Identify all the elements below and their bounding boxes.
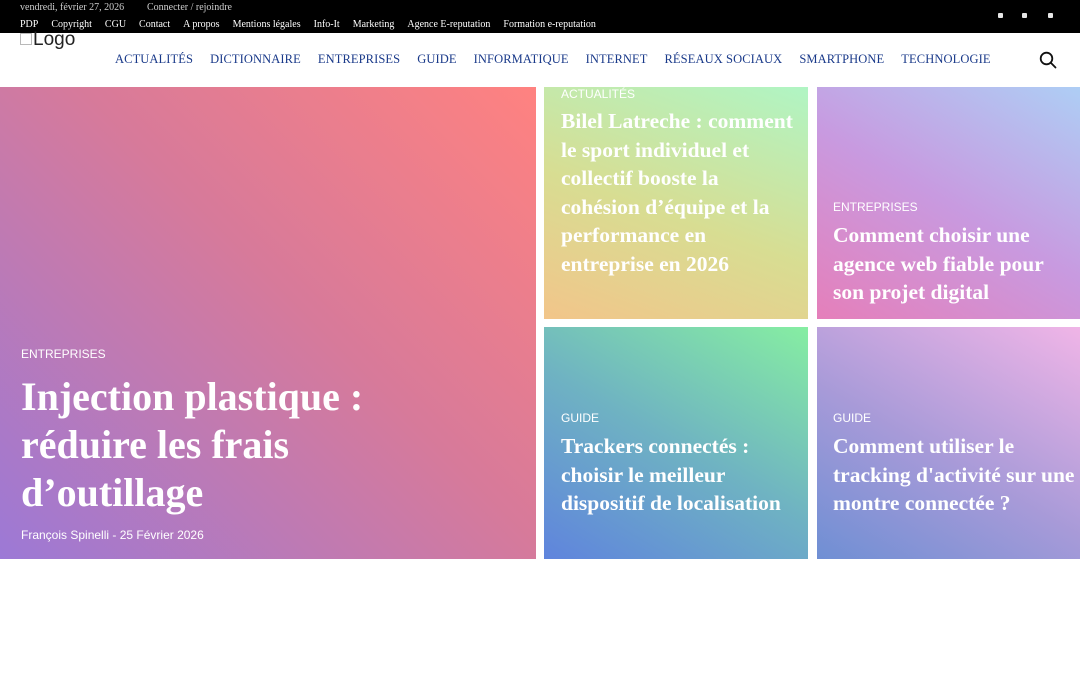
nav-item-informatique[interactable]: INFORMATIQUE bbox=[474, 52, 569, 67]
top-bar: vendredi, février 27, 2026 Connecter / r… bbox=[0, 0, 1080, 33]
category-label[interactable]: ACTUALITÉS bbox=[561, 87, 635, 101]
category-label[interactable]: GUIDE bbox=[561, 411, 599, 425]
logo-alt-text: Logo bbox=[33, 29, 76, 50]
top-link-cgu[interactable]: CGU bbox=[105, 19, 126, 30]
nav-item-guide[interactable]: GUIDE bbox=[417, 52, 456, 67]
featured-main-card[interactable]: ENTREPRISES Injection plastique : réduir… bbox=[0, 87, 536, 559]
featured-card[interactable]: GUIDE Comment utiliser le tracking d'act… bbox=[817, 327, 1080, 559]
article-title[interactable]: Comment choisir une agence web fiable po… bbox=[833, 221, 1078, 307]
meta-separator: - bbox=[112, 528, 117, 542]
author-name[interactable]: François Spinelli bbox=[21, 528, 109, 542]
top-link-contact[interactable]: Contact bbox=[139, 19, 170, 30]
featured-card[interactable]: ENTREPRISES Comment choisir une agence w… bbox=[817, 87, 1080, 319]
main-nav: ACTUALITÉS DICTIONNAIRE ENTREPRISES GUID… bbox=[115, 52, 991, 67]
login-link[interactable]: Connecter / rejoindre bbox=[147, 2, 232, 13]
nav-item-internet[interactable]: INTERNET bbox=[586, 52, 648, 67]
social-icon[interactable] bbox=[1048, 13, 1053, 18]
social-icon[interactable] bbox=[1022, 13, 1027, 18]
top-link-marketing[interactable]: Marketing bbox=[353, 19, 395, 30]
social-icon[interactable] bbox=[998, 13, 1003, 18]
article-title[interactable]: Bilel Latreche : comment le sport indivi… bbox=[561, 107, 801, 279]
nav-item-technologie[interactable]: TECHNOLOGIE bbox=[901, 52, 990, 67]
article-meta: François Spinelli - 25 Février 2026 bbox=[21, 528, 204, 542]
article-date: 25 Février 2026 bbox=[119, 528, 204, 542]
top-link-formation[interactable]: Formation e-reputation bbox=[503, 19, 595, 30]
article-title[interactable]: Trackers connectés : choisir le meilleur… bbox=[561, 432, 801, 518]
top-link-about[interactable]: A propos bbox=[183, 19, 219, 30]
broken-image-icon bbox=[20, 33, 32, 45]
logo[interactable]: Logo bbox=[20, 29, 75, 51]
nav-item-smartphone[interactable]: SMARTPHONE bbox=[799, 52, 884, 67]
category-label[interactable]: ENTREPRISES bbox=[21, 347, 106, 361]
category-label[interactable]: ENTREPRISES bbox=[833, 200, 918, 214]
nav-item-dictionnaire[interactable]: DICTIONNAIRE bbox=[210, 52, 301, 67]
article-title[interactable]: Injection plastique : réduire les frais … bbox=[21, 373, 451, 517]
nav-item-entreprises[interactable]: ENTREPRISES bbox=[318, 52, 400, 67]
top-links: PDP Copyright CGU Contact A propos Menti… bbox=[20, 19, 596, 30]
current-date: vendredi, février 27, 2026 bbox=[20, 2, 125, 13]
article-title[interactable]: Comment utiliser le tracking d'activité … bbox=[833, 432, 1078, 518]
nav-item-reseaux-sociaux[interactable]: RÉSEAUX SOCIAUX bbox=[664, 52, 782, 67]
nav-item-actualites[interactable]: ACTUALITÉS bbox=[115, 52, 193, 67]
featured-card[interactable]: ACTUALITÉS Bilel Latreche : comment le s… bbox=[544, 87, 808, 319]
search-icon[interactable] bbox=[1039, 51, 1057, 69]
top-link-info-it[interactable]: Info-It bbox=[314, 19, 340, 30]
category-label[interactable]: GUIDE bbox=[833, 411, 871, 425]
top-link-agence[interactable]: Agence E-reputation bbox=[407, 19, 490, 30]
featured-card[interactable]: GUIDE Trackers connectés : choisir le me… bbox=[544, 327, 808, 559]
site-header: Logo ACTUALITÉS DICTIONNAIRE ENTREPRISES… bbox=[0, 29, 1080, 87]
top-link-legal[interactable]: Mentions légales bbox=[233, 19, 301, 30]
